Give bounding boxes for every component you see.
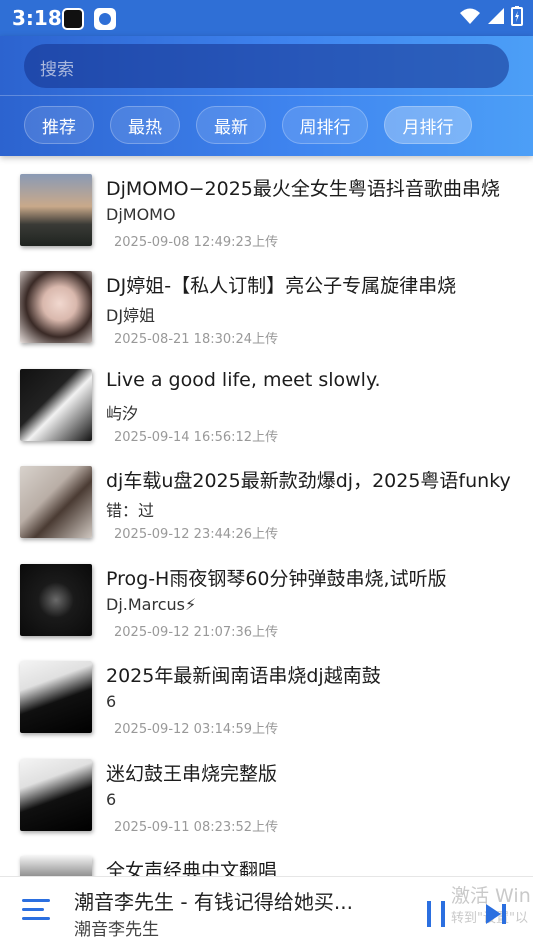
song-artist: 屿汐 <box>106 404 139 423</box>
song-upload-date: 2025-09-12 03:14:59上传 <box>114 722 279 737</box>
song-list: DjMOMO−2025最火全女生粤语抖音歌曲串烧 DjMOMO 2025-09-… <box>0 160 533 876</box>
list-item[interactable]: DJ婷姐-【私人订制】亮公子专属旋律串烧 DJ婷姐 2025-08-21 18:… <box>0 257 533 354</box>
song-cover <box>20 564 92 636</box>
song-artist: DjMOMO <box>106 205 176 224</box>
song-title: 全女声经典中文翻唱 <box>106 860 278 876</box>
search-placeholder: 搜索 <box>40 60 74 80</box>
song-title: dj车载u盘2025最新款劲爆dj，2025粤语funky <box>106 470 511 492</box>
song-title: Prog-H雨夜钢琴60分钟弹鼓串烧,试听版 <box>106 568 447 590</box>
category-tabs: 推荐 最热 最新 周排行 月排行 <box>24 106 472 144</box>
song-cover <box>20 174 92 246</box>
song-upload-date: 2025-09-08 12:49:23上传 <box>114 235 279 250</box>
song-title: 迷幻鼓王串烧完整版 <box>106 763 278 785</box>
playlist-menu-icon[interactable] <box>22 899 50 925</box>
now-playing-title: 潮音李先生 - 有钱记得给她买... <box>74 890 354 914</box>
list-item[interactable]: DjMOMO−2025最火全女生粤语抖音歌曲串烧 DjMOMO 2025-09-… <box>0 160 533 257</box>
list-item[interactable]: 全女声经典中文翻唱 <box>0 842 533 876</box>
status-bar: 3:18 <box>0 0 533 36</box>
song-cover <box>20 759 92 831</box>
list-item[interactable]: 2025年最新闽南语串烧dj越南鼓 6 2025-09-12 03:14:59上… <box>0 647 533 744</box>
song-cover <box>20 369 92 441</box>
tab-weekly-ranking[interactable]: 周排行 <box>282 106 368 144</box>
status-time: 3:18 <box>12 6 62 30</box>
tab-recommend[interactable]: 推荐 <box>24 106 94 144</box>
song-cover <box>20 466 92 538</box>
list-item[interactable]: Live a good life, meet slowly. 屿汐 2025-0… <box>0 355 533 452</box>
tab-monthly-ranking[interactable]: 月排行 <box>384 106 472 144</box>
battery-icon <box>511 6 523 26</box>
header-divider <box>0 95 533 96</box>
next-track-icon[interactable] <box>485 902 507 926</box>
song-artist: 6 <box>106 790 117 809</box>
list-item[interactable]: Prog-H雨夜钢琴60分钟弹鼓串烧,试听版 Dj.Marcus⚡ 2025-0… <box>0 550 533 647</box>
list-item[interactable]: dj车载u盘2025最新款劲爆dj，2025粤语funky 错：过 2025-0… <box>0 452 533 549</box>
song-title: Live a good life, meet slowly. <box>106 369 381 391</box>
song-upload-date: 2025-09-14 16:56:12上传 <box>114 430 279 445</box>
song-cover <box>20 661 92 733</box>
status-icons <box>459 6 523 26</box>
now-playing-artist: 潮音李先生 <box>74 920 159 940</box>
song-title: 2025年最新闽南语串烧dj越南鼓 <box>106 665 381 687</box>
music-app-notification-icon <box>94 8 116 30</box>
list-item[interactable]: 迷幻鼓王串烧完整版 6 2025-09-11 08:23:52上传 <box>0 745 533 842</box>
wifi-icon <box>460 8 480 24</box>
song-upload-date: 2025-09-12 23:44:26上传 <box>114 527 279 542</box>
song-upload-date: 2025-08-21 18:30:24上传 <box>114 332 279 347</box>
header: 搜索 推荐 最热 最新 周排行 月排行 <box>0 36 533 156</box>
song-upload-date: 2025-09-11 08:23:52上传 <box>114 820 279 835</box>
mini-player[interactable]: 潮音李先生 - 有钱记得给她买... 潮音李先生 激活 Win 转到"设置"以 <box>0 876 533 949</box>
signal-icon <box>488 8 504 24</box>
tab-newest[interactable]: 最新 <box>196 106 266 144</box>
song-artist: DJ婷姐 <box>106 306 156 325</box>
song-artist: Dj.Marcus⚡ <box>106 595 197 614</box>
app-notification-icon <box>62 8 84 30</box>
search-input[interactable]: 搜索 <box>24 44 509 88</box>
song-upload-date: 2025-09-12 21:07:36上传 <box>114 625 279 640</box>
song-cover <box>20 856 92 876</box>
song-artist: 错：过 <box>106 501 155 520</box>
song-artist: 6 <box>106 692 117 711</box>
pause-icon[interactable] <box>427 901 447 927</box>
song-title: DJ婷姐-【私人订制】亮公子专属旋律串烧 <box>106 275 457 297</box>
song-title: DjMOMO−2025最火全女生粤语抖音歌曲串烧 <box>106 178 500 200</box>
tab-hottest[interactable]: 最热 <box>110 106 180 144</box>
song-cover <box>20 271 92 343</box>
